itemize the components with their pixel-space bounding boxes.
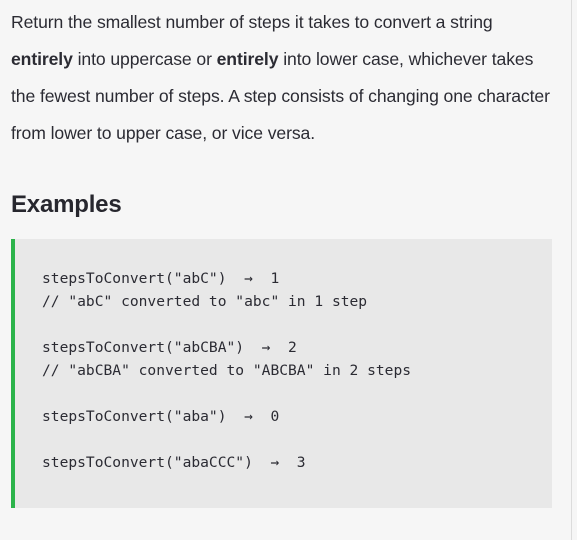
content-area: Return the smallest number of steps it t… bbox=[0, 0, 571, 508]
description-part-1: Return the smallest number of steps it t… bbox=[11, 12, 493, 32]
page-container: Return the smallest number of steps it t… bbox=[0, 0, 572, 540]
description-emphasis-entirely-2: entirely bbox=[216, 49, 279, 69]
examples-heading: Examples bbox=[11, 191, 122, 218]
description-emphasis-entirely-1: entirely bbox=[11, 49, 73, 69]
examples-code-text: stepsToConvert("abC") → 1 // "abC" conve… bbox=[42, 270, 412, 471]
problem-description: Return the smallest number of steps it t… bbox=[11, 0, 554, 152]
examples-code-block: stepsToConvert("abC") → 1 // "abC" conve… bbox=[11, 239, 552, 508]
description-part-2: into uppercase or bbox=[72, 49, 217, 69]
